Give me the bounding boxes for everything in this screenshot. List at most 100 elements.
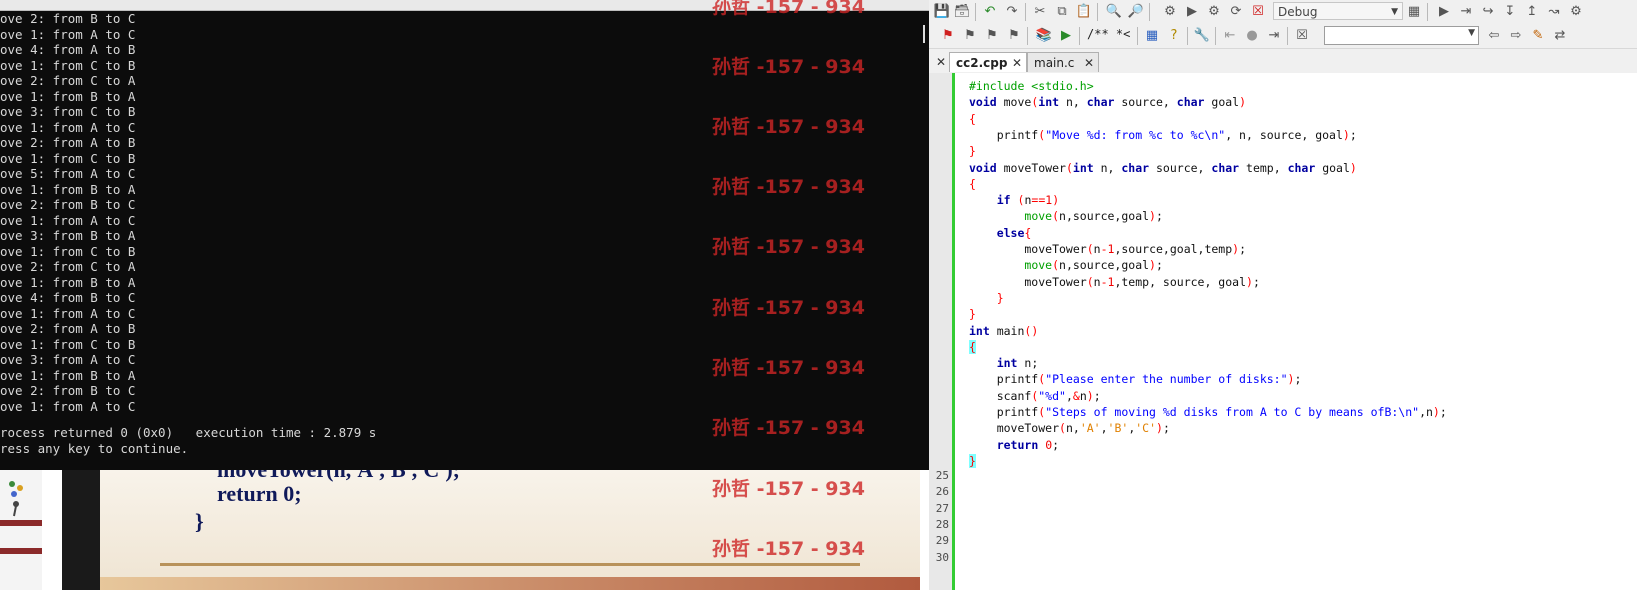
- console-line: ove 2: from B to C: [0, 197, 136, 212]
- jump-back-icon[interactable]: ⇤: [1221, 27, 1239, 45]
- next-line-icon[interactable]: ↪: [1479, 3, 1497, 21]
- toolbar-separator: [1027, 27, 1028, 45]
- bookmark-clear-icon[interactable]: ⚑: [1005, 27, 1023, 45]
- nav-forward-icon[interactable]: ⇨: [1507, 27, 1525, 45]
- build-run-icon[interactable]: ⚙: [1205, 3, 1223, 21]
- jump-forward-icon[interactable]: ⇥: [1265, 27, 1283, 45]
- save-all-icon[interactable]: 🗃: [953, 3, 971, 21]
- line-number-gutter: 25 26 27 28 29 30: [929, 73, 952, 590]
- bookmark-toggle-icon[interactable]: ⚑: [939, 27, 957, 45]
- code-line: {: [969, 339, 976, 354]
- watermark: 孙哲 -157 - 934: [712, 236, 865, 258]
- help-icon[interactable]: ?: [1165, 27, 1183, 45]
- code-line: {: [969, 176, 976, 191]
- toolbar-separator: [1137, 27, 1138, 45]
- debug-run-icon[interactable]: ▶: [1435, 3, 1453, 21]
- console-line: ove 4: from A to B: [0, 42, 136, 57]
- slide-footer-band: [100, 577, 920, 590]
- watermark: 孙哲 -157 - 934: [712, 357, 865, 379]
- next-instruction-icon[interactable]: ↝: [1545, 3, 1563, 21]
- console-line: ove 1: from A to C: [0, 26, 136, 42]
- console-line: ove 1: from B to A: [0, 367, 136, 383]
- cut-icon[interactable]: ✂: [1031, 3, 1049, 21]
- console-line: ove 3: from B to A: [0, 228, 136, 243]
- debug-windows-icon[interactable]: ⚙: [1567, 3, 1585, 21]
- code-line: scanf("%d",&n);: [969, 388, 1101, 403]
- insert-comment-button[interactable]: /** *<: [1087, 27, 1130, 41]
- code-line: #include <stdio.h>: [969, 79, 1094, 93]
- code-editor[interactable]: 25 26 27 28 29 30 #include <stdio.h> void…: [929, 73, 1637, 590]
- clear-search-icon[interactable]: ☒: [1293, 27, 1311, 45]
- step-out-icon[interactable]: ↥: [1523, 3, 1541, 21]
- slide-divider: [160, 563, 860, 566]
- code-line: return 0;: [996, 437, 1060, 452]
- code-line: int n;: [996, 356, 1039, 371]
- watermark: 孙哲 -157 - 934: [712, 297, 865, 319]
- toolbar-separator: [1287, 27, 1288, 45]
- slide-figure-icon: [9, 481, 23, 517]
- toolbar-separator: [1025, 3, 1026, 21]
- close-icon[interactable]: ✕: [1084, 53, 1094, 73]
- code-line: void move(int n, char source, char goal): [969, 95, 1247, 110]
- breakpoint-icon[interactable]: ●: [1243, 27, 1261, 45]
- search-combo[interactable]: ▼: [1324, 26, 1479, 45]
- build-target-select[interactable]: Debug ▼: [1273, 2, 1403, 20]
- doxy-icon[interactable]: 📚: [1035, 27, 1053, 45]
- watermark: 孙哲 -157 - 934: [712, 538, 865, 560]
- highlight-icon[interactable]: ✎: [1529, 27, 1547, 45]
- console-line: ove 1: from A to C: [0, 305, 136, 321]
- redo-icon[interactable]: ↷: [1003, 3, 1021, 21]
- watermark: 孙哲 -157 - 934: [712, 56, 865, 78]
- console-line: ove 1: from B to A: [0, 88, 136, 104]
- watermark: 孙哲 -157 - 934: [712, 116, 865, 138]
- paste-icon[interactable]: 📋: [1075, 3, 1093, 21]
- run-icon[interactable]: ▶: [1183, 3, 1201, 21]
- tools-icon[interactable]: 🔧: [1193, 27, 1211, 45]
- replace-icon[interactable]: 🔎: [1127, 3, 1145, 21]
- console-scrollbar[interactable]: [923, 25, 925, 43]
- build-options-icon[interactable]: ▦: [1405, 3, 1423, 21]
- close-icon[interactable]: ✕: [1012, 53, 1022, 73]
- chevron-down-icon: ▼: [1391, 7, 1398, 17]
- console-line: ove 2: from B to C: [0, 11, 136, 26]
- bookmark-next-icon[interactable]: ⚑: [983, 27, 1001, 45]
- copy-icon[interactable]: ⧉: [1053, 3, 1071, 21]
- console-line: ove 1: from B to A: [0, 181, 136, 197]
- close-icon[interactable]: ✕: [936, 55, 946, 69]
- slide-code-line: return 0;: [217, 481, 302, 506]
- nav-back-icon[interactable]: ⇦: [1485, 27, 1503, 45]
- step-into-icon[interactable]: ↧: [1501, 3, 1519, 21]
- press-any-key-text: ress any key to continue.: [0, 440, 189, 456]
- toolbar-separator: [1215, 27, 1216, 45]
- slide-code-line: }: [195, 509, 204, 534]
- toolbar-separator: [1427, 3, 1428, 21]
- run-to-cursor-icon[interactable]: ⇥: [1457, 3, 1475, 21]
- undo-icon[interactable]: ↶: [981, 3, 999, 21]
- rail-stripe: [0, 548, 42, 554]
- code-line: printf("Please enter the number of disks…: [969, 372, 1302, 387]
- code-line: int main(): [969, 323, 1039, 338]
- toolbar-separator: [1187, 27, 1188, 45]
- watermark: 孙哲 -157 - 934: [712, 478, 865, 500]
- console-line: ove 4: from B to C: [0, 290, 136, 305]
- code-line: printf("Move %d: from %c to %c\n", n, so…: [969, 127, 1357, 142]
- console-line: ove 2: from A to B: [0, 321, 136, 336]
- doxy-run-icon[interactable]: ▶: [1057, 27, 1075, 45]
- doxy-config-icon[interactable]: ▦: [1143, 27, 1161, 45]
- selection-icon[interactable]: ⇄: [1551, 27, 1569, 45]
- save-icon[interactable]: 💾: [933, 3, 951, 21]
- line-number: 25: [935, 469, 949, 482]
- tab-cc2-cpp[interactable]: cc2.cpp ✕: [949, 52, 1027, 72]
- code-line: printf("Steps of moving %d disks from A …: [969, 405, 1447, 419]
- code-line: else{: [996, 225, 1032, 240]
- rebuild-icon[interactable]: ⟳: [1227, 3, 1245, 21]
- build-target-value: Debug: [1278, 5, 1318, 19]
- console-line: ove 1: from C to B: [0, 57, 136, 73]
- tab-main-c[interactable]: main.c ✕: [1027, 52, 1099, 72]
- abort-icon[interactable]: ☒: [1249, 3, 1267, 21]
- find-icon[interactable]: 🔍: [1105, 3, 1123, 21]
- code-line: move(n,source,goal);: [1024, 209, 1163, 224]
- bookmark-prev-icon[interactable]: ⚑: [961, 27, 979, 45]
- build-icon[interactable]: ⚙: [1161, 3, 1179, 21]
- tab-label: main.c: [1034, 56, 1075, 70]
